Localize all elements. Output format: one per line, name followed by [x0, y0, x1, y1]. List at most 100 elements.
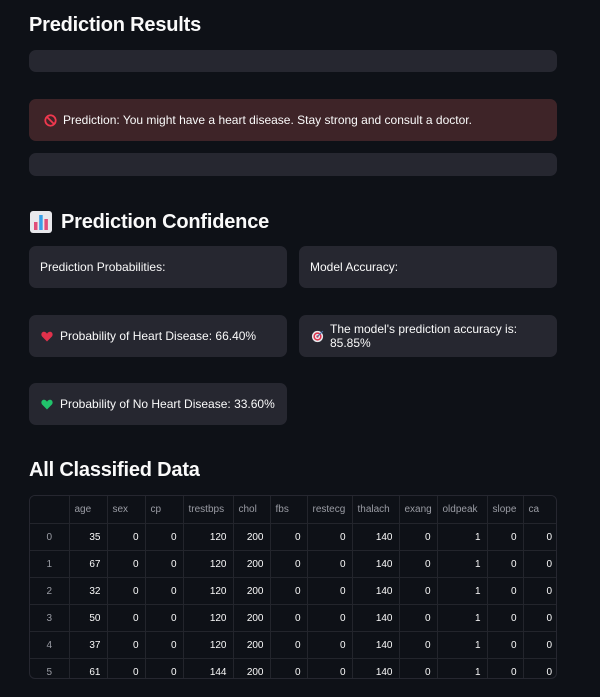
- table-cell[interactable]: 0: [399, 658, 438, 678]
- table-cell[interactable]: 0: [307, 550, 353, 578]
- status-bar-bottom: [29, 153, 557, 176]
- table-cell[interactable]: 0: [523, 523, 556, 551]
- table-cell[interactable]: 0: [523, 577, 556, 605]
- table-cell[interactable]: 0: [270, 577, 308, 605]
- table-cell[interactable]: 0: [487, 523, 524, 551]
- table-cell[interactable]: 0: [107, 550, 146, 578]
- column-header[interactable]: chol: [233, 496, 271, 524]
- table-cell[interactable]: 200: [233, 604, 271, 632]
- table-cell[interactable]: 0: [307, 604, 353, 632]
- table-cell[interactable]: 200: [233, 631, 271, 659]
- table-cell[interactable]: 0: [107, 604, 146, 632]
- table-cell[interactable]: 200: [233, 550, 271, 578]
- table-cell[interactable]: 120: [183, 604, 234, 632]
- table-cell[interactable]: 144: [183, 658, 234, 678]
- table-cell[interactable]: 0: [145, 550, 184, 578]
- table-cell[interactable]: 1: [437, 550, 488, 578]
- table-cell[interactable]: 0: [307, 631, 353, 659]
- table-cell[interactable]: 140: [352, 631, 400, 659]
- table-cell[interactable]: 200: [233, 523, 271, 551]
- column-header[interactable]: exang: [399, 496, 438, 524]
- heart-disease-probability-card: Probability of Heart Disease: 66.40%: [29, 315, 287, 357]
- accuracy-label: Model Accuracy:: [310, 260, 399, 274]
- table-cell[interactable]: 0: [307, 577, 353, 605]
- table-cell[interactable]: 0: [523, 604, 556, 632]
- classified-data-table[interactable]: age sex cp trestbps chol fbs restecg tha…: [29, 495, 557, 679]
- table-cell[interactable]: 0: [270, 523, 308, 551]
- table-cell[interactable]: 0: [399, 577, 438, 605]
- table-cell[interactable]: 200: [233, 577, 271, 605]
- table-cell[interactable]: 0: [270, 658, 308, 678]
- table-cell[interactable]: 1: [437, 577, 488, 605]
- table-cell[interactable]: 0: [107, 631, 146, 659]
- probabilities-label: Prediction Probabilities:: [40, 260, 166, 274]
- table-cell[interactable]: 32: [69, 577, 108, 605]
- column-header[interactable]: restecg: [307, 496, 353, 524]
- table-cell[interactable]: 0: [399, 523, 438, 551]
- column-header[interactable]: age: [69, 496, 108, 524]
- green-heart-icon: [40, 397, 54, 411]
- column-header[interactable]: ca: [523, 496, 556, 524]
- table-cell[interactable]: 0: [399, 604, 438, 632]
- table-cell[interactable]: 0: [145, 523, 184, 551]
- column-header[interactable]: thalach: [352, 496, 400, 524]
- table-cell[interactable]: 200: [233, 658, 271, 678]
- column-header[interactable]: oldpeak: [437, 496, 488, 524]
- column-header[interactable]: trestbps: [183, 496, 234, 524]
- table-cell[interactable]: 0: [399, 550, 438, 578]
- table-cell[interactable]: 120: [183, 577, 234, 605]
- table-cell[interactable]: 0: [145, 631, 184, 659]
- table-cell[interactable]: 0: [487, 658, 524, 678]
- table-cell[interactable]: 120: [183, 631, 234, 659]
- table-cell[interactable]: 0: [270, 550, 308, 578]
- table-cell[interactable]: 140: [352, 658, 400, 678]
- table-cell[interactable]: 0: [487, 577, 524, 605]
- column-header[interactable]: fbs: [270, 496, 308, 524]
- table-cell[interactable]: 50: [69, 604, 108, 632]
- no-heart-disease-probability-card: Probability of No Heart Disease: 33.60%: [29, 383, 287, 425]
- table-cell[interactable]: 0: [270, 604, 308, 632]
- table-cell[interactable]: 0: [107, 523, 146, 551]
- probabilities-card: Prediction Probabilities:: [29, 246, 287, 288]
- table-cell[interactable]: 0: [399, 631, 438, 659]
- table-cell[interactable]: 35: [69, 523, 108, 551]
- table-cell[interactable]: 140: [352, 577, 400, 605]
- table-cell[interactable]: 0: [307, 658, 353, 678]
- table-row: 5 61 0 0 144 200 0 0 140 0 1 0 0: [30, 658, 556, 679]
- table-cell[interactable]: 0: [523, 631, 556, 659]
- table-cell[interactable]: 0: [523, 659, 556, 679]
- table-cell[interactable]: 61: [69, 658, 108, 678]
- table-cell[interactable]: 140: [352, 523, 400, 551]
- table-cell[interactable]: 37: [69, 631, 108, 659]
- table-cell[interactable]: 0: [270, 631, 308, 659]
- table-cell[interactable]: 140: [352, 604, 400, 632]
- table-cell[interactable]: 120: [183, 523, 234, 551]
- table-cell[interactable]: 0: [145, 577, 184, 605]
- table-cell[interactable]: 0: [487, 604, 524, 632]
- table-cell[interactable]: 1: [437, 658, 488, 678]
- table-cell[interactable]: 120: [183, 550, 234, 578]
- prediction-confidence-title: Prediction Confidence: [61, 210, 270, 233]
- table-cell[interactable]: 0: [107, 658, 146, 678]
- table-cell[interactable]: 0: [145, 658, 184, 678]
- model-accuracy-card: The model's prediction accuracy is: 85.8…: [299, 315, 557, 357]
- column-header[interactable]: cp: [145, 496, 184, 524]
- table-cell[interactable]: 67: [69, 550, 108, 578]
- accuracy-card: Model Accuracy:: [299, 246, 557, 288]
- table-cell[interactable]: 0: [487, 631, 524, 659]
- table-cell[interactable]: 0: [107, 577, 146, 605]
- prediction-confidence-heading: Prediction Confidence: [29, 210, 269, 234]
- table-cell[interactable]: 0: [307, 523, 353, 551]
- row-index: 1: [30, 550, 70, 578]
- table-cell[interactable]: 0: [523, 550, 556, 578]
- column-header[interactable]: slope: [487, 496, 524, 524]
- table-cell[interactable]: 0: [487, 550, 524, 578]
- table-cell[interactable]: 0: [145, 604, 184, 632]
- table-cell[interactable]: 1: [437, 604, 488, 632]
- column-header[interactable]: sex: [107, 496, 146, 524]
- row-index: 2: [30, 577, 70, 605]
- table-cell[interactable]: 1: [437, 631, 488, 659]
- heart-disease-probability-text: Probability of Heart Disease: 66.40%: [60, 329, 257, 343]
- table-cell[interactable]: 1: [437, 523, 488, 551]
- table-cell[interactable]: 140: [352, 550, 400, 578]
